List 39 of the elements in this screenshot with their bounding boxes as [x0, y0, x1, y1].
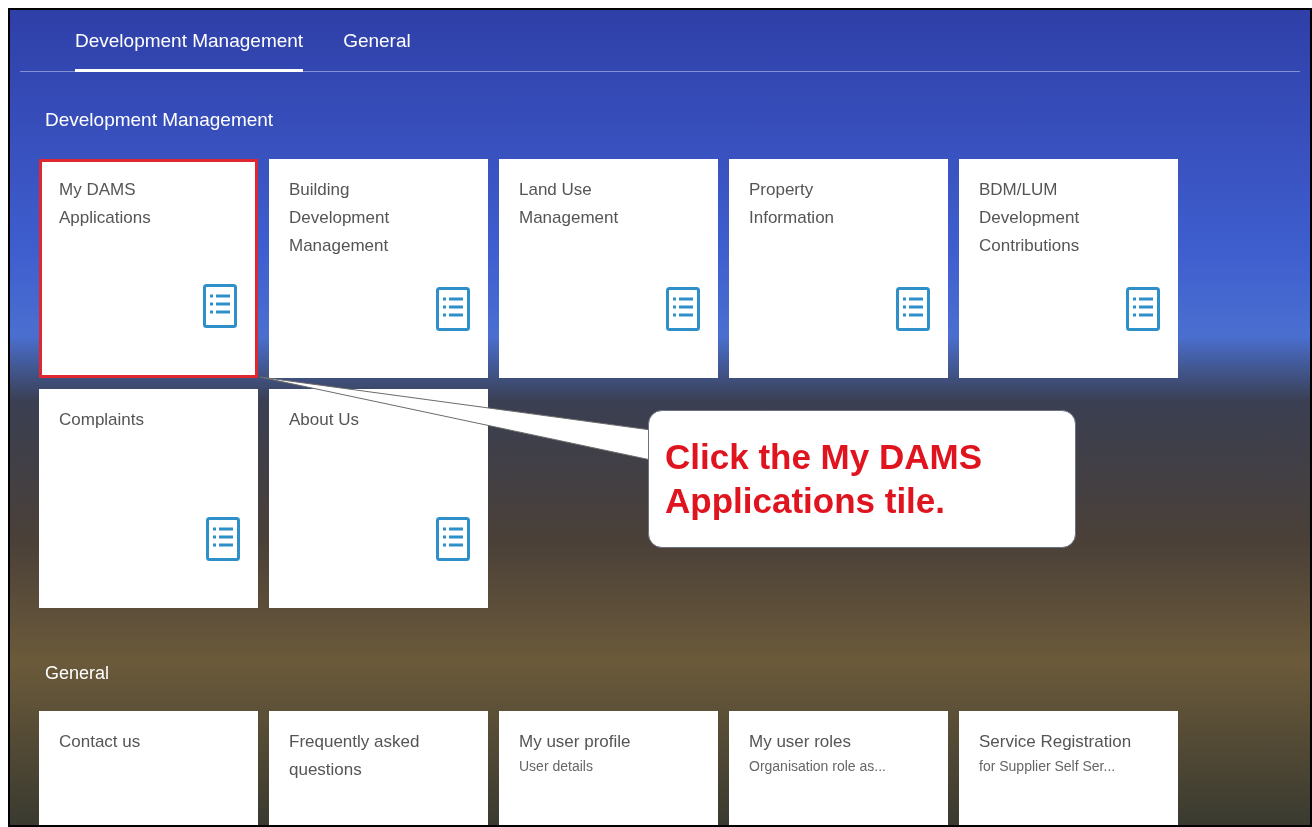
app-tile[interactable]: My user profile User details	[499, 710, 718, 825]
app-tile[interactable]: Land Use Management	[499, 158, 718, 378]
app-tile[interactable]: Service Registration for Supplier Self Ser...	[959, 710, 1178, 825]
tile-subtitle: Organisation role as...	[749, 756, 886, 776]
tile-title: Building Development Management	[289, 178, 391, 257]
list-icon	[206, 516, 240, 561]
tile-subtitle: User details	[519, 756, 593, 776]
callout-text: Click the My DAMS Applications tile.	[648, 410, 1076, 548]
group-title: Development Management	[45, 108, 274, 132]
app-tile[interactable]: My user roles Organisation role as...	[729, 710, 948, 825]
app-tile[interactable]: About Us	[269, 388, 488, 608]
app-tile[interactable]: BDM/LUM Development Contributions	[959, 158, 1178, 378]
tile-title: Property Information	[749, 178, 836, 229]
tile-title: Land Use Management	[519, 178, 620, 229]
list-icon	[436, 286, 470, 331]
tile-title: Complaints	[59, 408, 146, 431]
tile-title: My DAMS Applications	[59, 178, 152, 229]
list-icon	[436, 516, 470, 561]
list-icon	[1126, 286, 1160, 331]
app-tile[interactable]: My DAMS Applications	[39, 158, 258, 378]
list-icon	[203, 283, 237, 328]
app-tile[interactable]: Complaints	[39, 388, 258, 608]
app-tile[interactable]: Frequently asked questions	[269, 710, 488, 825]
tile-title: My user profile	[519, 730, 631, 753]
list-icon	[666, 286, 700, 331]
app-tile[interactable]: Property Information	[729, 158, 948, 378]
tile-title: BDM/LUM Development Contributions	[979, 178, 1081, 257]
tile-title: Service Registration	[979, 730, 1132, 753]
group-title: General	[45, 661, 110, 685]
tile-title: About Us	[289, 408, 360, 431]
tab[interactable]: Development Management	[75, 26, 304, 72]
tab[interactable]: General	[343, 26, 411, 72]
tile-title: Frequently asked questions	[289, 730, 421, 781]
app-tile[interactable]: Contact us	[39, 710, 258, 825]
tile-title: My user roles	[749, 730, 852, 753]
list-icon	[896, 286, 930, 331]
app-tile[interactable]: Building Development Management	[269, 158, 488, 378]
tile-title: Contact us	[59, 730, 142, 753]
tile-subtitle: for Supplier Self Ser...	[979, 756, 1116, 776]
